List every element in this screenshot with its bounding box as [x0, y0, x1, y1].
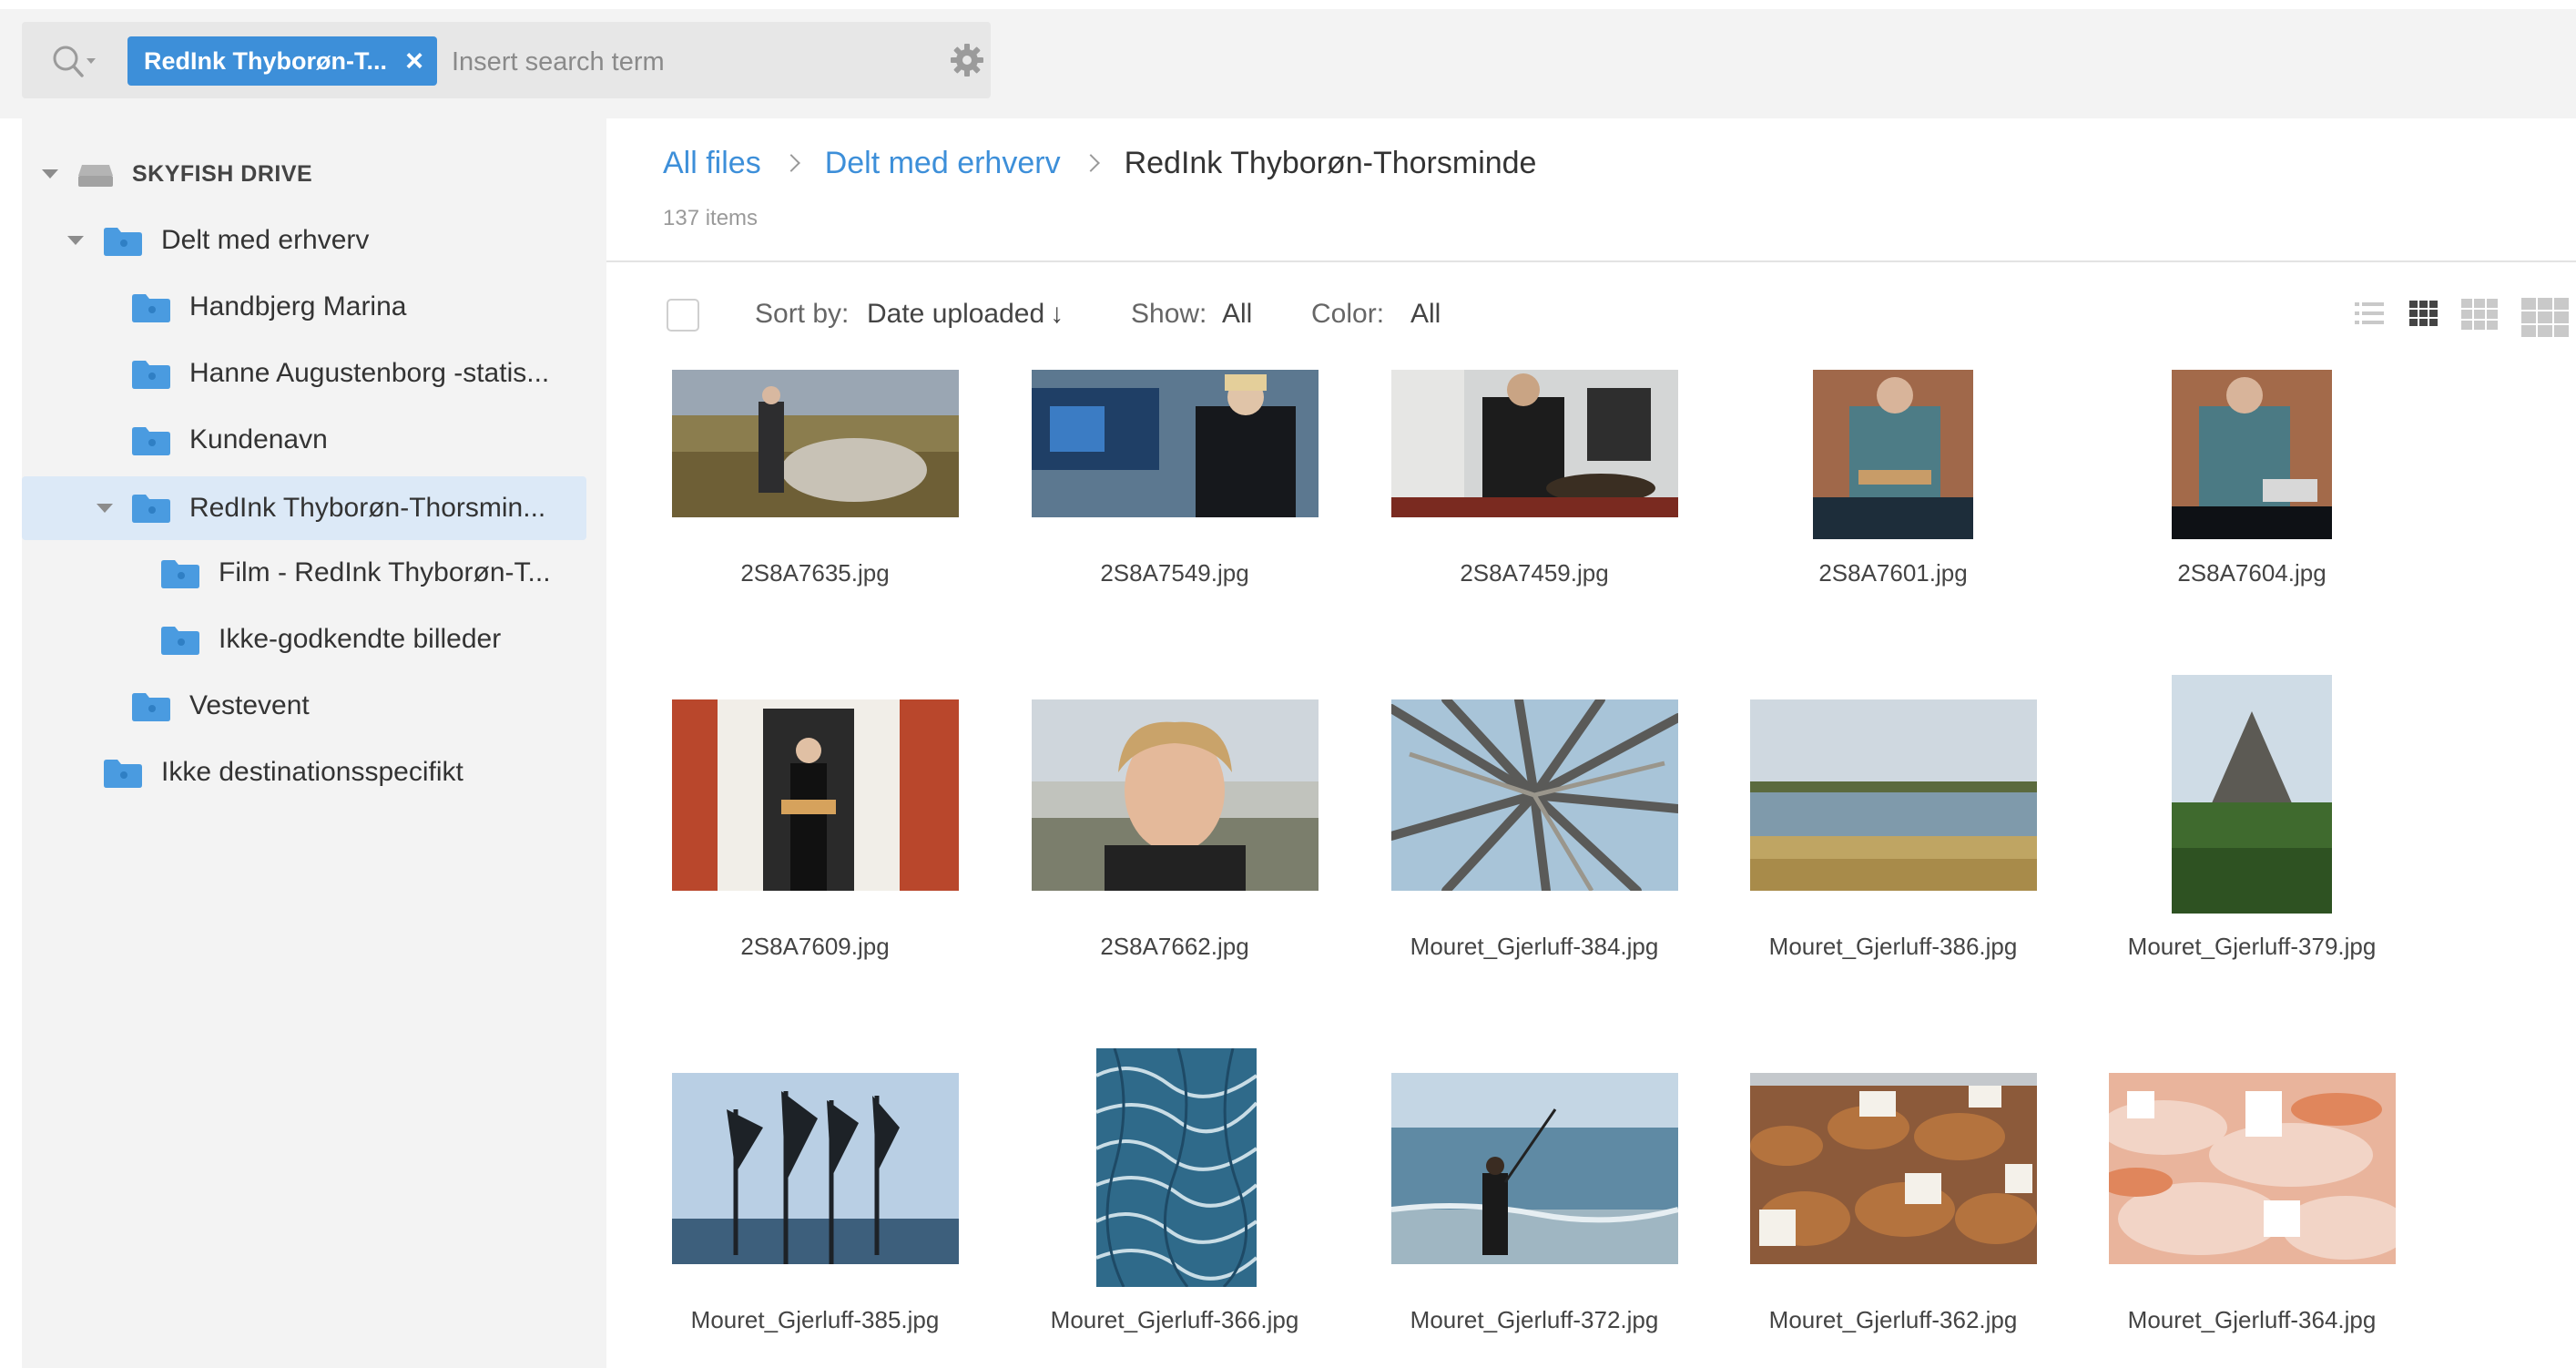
tree-item-label: Handbjerg Marina	[189, 291, 407, 322]
file-name[interactable]: 2S8A7549.jpg	[995, 559, 1354, 587]
tree-item-vestevent[interactable]: Vestevent	[22, 673, 586, 739]
file-thumbnail[interactable]	[1750, 1073, 2037, 1264]
shared-folder-icon	[132, 294, 170, 322]
select-all-checkbox[interactable]	[667, 299, 699, 332]
folder-filter-chip[interactable]: RedInk Thyborøn-T... ×	[127, 36, 437, 86]
drive-icon	[78, 165, 113, 187]
tree-item-ikke-godkendte-billeder[interactable]: Ikke-godkendte billeder	[22, 607, 586, 672]
filter-chip-label: RedInk Thyborøn-T...	[144, 47, 387, 75]
tree-item-label: Vestevent	[189, 690, 310, 720]
tree-item-ikke-destinationsspecifikt[interactable]: Ikke destinationsspecifikt	[22, 740, 586, 805]
tree-item-delt-med-erhverv[interactable]: Delt med erhverv	[22, 208, 586, 273]
show-label: Show:	[1131, 299, 1207, 329]
file-name[interactable]: Mouret_Gjerluff-372.jpg	[1355, 1306, 1714, 1334]
tree-item-kundenavn[interactable]: Kundenavn	[22, 407, 586, 473]
file-name[interactable]: 2S8A7459.jpg	[1355, 559, 1714, 587]
list-view-icon[interactable]	[2353, 297, 2386, 330]
file-name[interactable]: 2S8A7635.jpg	[636, 559, 994, 587]
file-name[interactable]: Mouret_Gjerluff-362.jpg	[1714, 1306, 2072, 1334]
folder-tree-sidebar: SKYFISH DRIVE Delt med erhverv Handbjerg…	[22, 118, 606, 1368]
sort-direction-icon[interactable]: ↓	[1050, 299, 1064, 330]
tree-item-label: Hanne Augustenborg -statis...	[189, 358, 550, 388]
file-name[interactable]: Mouret_Gjerluff-386.jpg	[1714, 933, 2072, 961]
file-thumbnail[interactable]	[1391, 1073, 1678, 1264]
file-name[interactable]: Mouret_Gjerluff-385.jpg	[636, 1306, 994, 1334]
shared-folder-icon	[161, 560, 199, 588]
breadcrumb: All files Delt med erhverv RedInk Thyborøn…	[663, 146, 1536, 191]
sort-dropdown[interactable]: Date uploaded ↓	[867, 299, 1064, 330]
shared-folder-icon	[132, 361, 170, 389]
file-toolbar: Sort by: Date uploaded ↓ Show: All Color:…	[606, 290, 2576, 344]
tree-item-label: RedInk Thyborøn-Thorsmin...	[189, 493, 546, 523]
file-thumbnail[interactable]	[1813, 370, 1973, 539]
search-icon[interactable]	[47, 38, 102, 84]
gear-icon[interactable]	[949, 42, 985, 78]
tree-item-label: Film - RedInk Thyborøn-T...	[219, 557, 551, 587]
large-grid-view-icon[interactable]	[2460, 297, 2500, 333]
file-name[interactable]: Mouret_Gjerluff-366.jpg	[995, 1306, 1354, 1334]
sort-label: Sort by:	[755, 299, 850, 329]
filter-chip-close-icon[interactable]: ×	[401, 36, 428, 86]
tree-item-hanne-augustenborg[interactable]: Hanne Augustenborg -statis...	[22, 341, 586, 406]
breadcrumb-delt-med-erhverv[interactable]: Delt med erhverv	[825, 146, 1061, 180]
shared-folder-icon	[104, 228, 142, 256]
caret-down-icon[interactable]	[67, 236, 84, 245]
show-dropdown[interactable]: All	[1222, 299, 1252, 330]
file-thumbnail[interactable]	[672, 370, 959, 517]
file-name[interactable]: 2S8A7609.jpg	[636, 933, 994, 961]
extra-large-grid-view-icon[interactable]	[2520, 297, 2571, 337]
file-thumbnail[interactable]	[1032, 699, 1319, 891]
file-thumbnail[interactable]	[1096, 1048, 1257, 1287]
caret-down-icon[interactable]	[97, 504, 113, 513]
file-name[interactable]: 2S8A7662.jpg	[995, 933, 1354, 961]
chevron-right-icon	[1081, 154, 1100, 172]
drive-label: SKYFISH DRIVE	[132, 161, 313, 187]
file-name[interactable]: Mouret_Gjerluff-384.jpg	[1355, 933, 1714, 961]
tree-item-label: Delt med erhverv	[161, 225, 370, 255]
file-thumbnail[interactable]	[1391, 699, 1678, 891]
caret-down-icon[interactable]	[42, 169, 58, 179]
shared-folder-icon	[161, 627, 199, 655]
sort-value: Date uploaded	[867, 299, 1045, 329]
header-divider	[606, 260, 2576, 262]
tree-item-redink-thyboron[interactable]: RedInk Thyborøn-Thorsmin...	[22, 476, 586, 540]
tree-item-label: Ikke-godkendte billeder	[219, 624, 502, 654]
top-bar: RedInk Thyborøn-T... ×	[0, 0, 2576, 118]
breadcrumb-all-files[interactable]: All files	[663, 146, 761, 180]
file-name[interactable]: Mouret_Gjerluff-364.jpg	[2072, 1306, 2431, 1334]
shared-folder-icon	[132, 427, 170, 455]
color-label: Color:	[1311, 299, 1385, 329]
file-name[interactable]: 2S8A7601.jpg	[1714, 559, 2072, 587]
tree-item-label: Ikke destinationsspecifikt	[161, 757, 463, 787]
file-name[interactable]: Mouret_Gjerluff-379.jpg	[2072, 933, 2431, 961]
file-name[interactable]: 2S8A7604.jpg	[2072, 559, 2431, 587]
color-dropdown[interactable]: All	[1410, 299, 1441, 330]
tree-item-label: Kundenavn	[189, 424, 328, 454]
chevron-right-icon	[781, 154, 800, 172]
search-input[interactable]	[450, 36, 909, 87]
shared-folder-icon	[132, 495, 170, 523]
file-thumbnail[interactable]	[1750, 699, 2037, 891]
file-thumbnail[interactable]	[2172, 370, 2332, 539]
tree-item-film-redink[interactable]: Film - RedInk Thyborøn-T...	[22, 540, 586, 606]
medium-grid-view-icon[interactable]	[2408, 297, 2440, 330]
file-thumbnail[interactable]	[672, 699, 959, 891]
tree-item-handbjerg-marina[interactable]: Handbjerg Marina	[22, 274, 586, 340]
breadcrumb-current-folder: RedInk Thyborøn-Thorsminde	[1124, 146, 1537, 180]
file-thumbnail[interactable]	[1391, 370, 1678, 517]
item-count: 137 items	[663, 206, 759, 230]
file-thumbnail[interactable]	[2109, 1073, 2396, 1264]
shared-folder-icon	[132, 693, 170, 721]
shared-folder-icon	[104, 760, 142, 788]
search-box: RedInk Thyborøn-T... ×	[22, 22, 991, 98]
file-thumbnail[interactable]	[1032, 370, 1319, 517]
file-thumbnail[interactable]	[672, 1073, 959, 1264]
file-thumbnail[interactable]	[2172, 675, 2332, 914]
tree-item-skyfish-drive[interactable]: SKYFISH DRIVE	[22, 141, 586, 207]
